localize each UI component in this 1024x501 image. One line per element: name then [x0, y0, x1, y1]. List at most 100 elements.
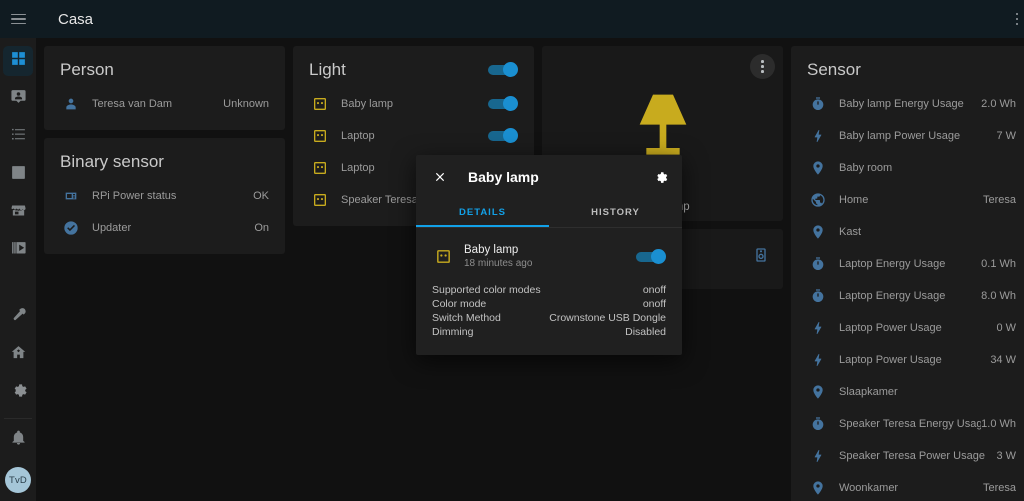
entity-state: 1.0 Wh: [981, 418, 1016, 430]
entity-state: 0.1 Wh: [981, 258, 1016, 270]
sensor-row-slaapkamer[interactable]: Slaapkamer: [791, 376, 1024, 408]
notifications-button[interactable]: [3, 425, 33, 455]
entity-toggle[interactable]: [488, 128, 518, 143]
entity-state: 34 W: [990, 354, 1016, 366]
sensor-row-baby-lamp-energy-usage[interactable]: Baby lamp Energy Usage 2.0 Wh: [791, 88, 1024, 120]
user-avatar[interactable]: TvD: [5, 467, 31, 493]
sidebar-item-logbook[interactable]: [3, 122, 33, 152]
entity-state: On: [254, 222, 269, 234]
entity-toggle[interactable]: [488, 96, 518, 111]
sensor-row-woonkamer[interactable]: Woonkamer Teresa: [791, 472, 1024, 501]
sidebar-nav: [0, 38, 36, 270]
entity-row-laptop-1[interactable]: Laptop: [293, 120, 534, 152]
dialog-entity-toggle[interactable]: [636, 248, 666, 264]
entity-name: Speaker Teresa Energy Usage: [839, 418, 982, 430]
sensor-row-laptop-energy-usage-2[interactable]: Laptop Energy Usage 8.0 Wh: [791, 280, 1024, 312]
sidebar-item-map[interactable]: [3, 84, 33, 114]
toggle-knob: [503, 96, 518, 111]
sensor-row-baby-lamp-power-usage[interactable]: Baby lamp Power Usage 7 W: [791, 120, 1024, 152]
gear-icon[interactable]: [653, 170, 668, 185]
attribute-value: Disabled: [625, 326, 666, 338]
attribute-row-color-mode: Color mode onoff: [432, 297, 666, 311]
sensor-card: Sensor Baby lamp Energy Usage 2.0 Wh Bab…: [791, 46, 1024, 501]
entity-row-baby-lamp[interactable]: Baby lamp: [293, 88, 534, 120]
sensor-row-laptop-power-usage-2[interactable]: Laptop Power Usage 34 W: [791, 344, 1024, 376]
sidebar-item-hacs[interactable]: [3, 198, 33, 228]
page-title: Casa: [58, 10, 94, 28]
sensor-row-laptop-energy-usage-1[interactable]: Laptop Energy Usage 0.1 Wh: [791, 248, 1024, 280]
entity-name: Speaker Teresa Power Usage: [839, 450, 985, 462]
dashboard-grid-icon: [10, 50, 27, 72]
binary-sensor-card: Binary sensor RPi Power status OK Update…: [44, 138, 285, 254]
tab-details[interactable]: DETAILS: [416, 199, 549, 227]
sidebar-divider: [4, 418, 32, 419]
chart-bar-icon: [10, 164, 27, 186]
light-card-master-toggle[interactable]: [488, 62, 518, 77]
column-1: Person Teresa van Dam Unknown Binary sen…: [44, 46, 285, 254]
account-icon: [60, 96, 82, 112]
attribute-value: onoff: [642, 284, 666, 296]
hammer-icon: [10, 306, 27, 328]
gauge-icon: [807, 288, 829, 304]
dialog-tabs: DETAILS HISTORY: [416, 199, 682, 228]
flash-icon: [807, 320, 829, 336]
entity-name: Baby lamp Energy Usage: [839, 98, 964, 110]
entity-row-updater[interactable]: Updater On: [44, 212, 285, 244]
attribute-value: onoff: [642, 298, 666, 310]
entity-state: OK: [253, 190, 269, 202]
sensor-row-speaker-teresa-energy-usage[interactable]: Speaker Teresa Energy Usage 1.0 Wh: [791, 408, 1024, 440]
entity-state: Unknown: [223, 98, 269, 110]
header-overflow-menu-button[interactable]: [1006, 8, 1024, 30]
dialog-title: Baby lamp: [468, 169, 539, 185]
close-icon[interactable]: [430, 167, 450, 187]
sensor-row-baby-room[interactable]: Baby room: [791, 152, 1024, 184]
sidebar-item-configuration[interactable]: [3, 378, 33, 408]
entity-name: Teresa van Dam: [92, 98, 173, 110]
entity-name: Baby lamp: [341, 98, 393, 110]
power-socket-icon: [309, 96, 331, 112]
attribute-row-supported-color-modes: Supported color modes onoff: [432, 283, 666, 297]
top-app-bar: Casa: [36, 0, 1024, 38]
light-card-title: Light: [309, 60, 346, 79]
sensor-row-home[interactable]: Home Teresa: [791, 184, 1024, 216]
card-bottom-pad: [44, 120, 285, 130]
light-card-header: Light: [293, 46, 534, 88]
gauge-icon: [807, 96, 829, 112]
sensor-row-kast[interactable]: Kast: [791, 216, 1024, 248]
sidebar-bottom-nav: [0, 294, 36, 412]
sidebar-footer: TvD: [0, 421, 36, 501]
entity-row-teresa-van-dam[interactable]: Teresa van Dam Unknown: [44, 88, 285, 120]
power-socket-icon: [309, 128, 331, 144]
dialog-entity-last-changed: 18 minutes ago: [464, 258, 533, 269]
sidebar-item-supervisor[interactable]: [3, 340, 33, 370]
sidebar-item-developer-tools[interactable]: [3, 302, 33, 332]
sidebar-item-media[interactable]: [3, 236, 33, 266]
sensor-row-laptop-power-usage-1[interactable]: Laptop Power Usage 0 W: [791, 312, 1024, 344]
entity-name: Slaapkamer: [839, 386, 898, 398]
entity-name: Home: [839, 194, 869, 206]
entity-name: Baby lamp Power Usage: [839, 130, 961, 142]
entity-row-rpi-power-status[interactable]: RPi Power status OK: [44, 180, 285, 212]
gear-icon: [10, 382, 27, 404]
person-card-title: Person: [60, 60, 114, 79]
dialog-entity-text: Baby lamp 18 minutes ago: [454, 244, 636, 269]
raspberry-pi-icon: [60, 188, 82, 204]
gauge-icon: [807, 256, 829, 272]
map-marker-icon: [807, 384, 829, 400]
entity-name: Laptop Energy Usage: [839, 290, 946, 302]
power-socket-icon: [309, 160, 331, 176]
entity-name: Updater: [92, 222, 132, 234]
entity-state: 2.0 Wh: [981, 98, 1016, 110]
attribute-key: Color mode: [432, 298, 487, 310]
map-marker-icon: [807, 224, 829, 240]
tab-history[interactable]: HISTORY: [549, 199, 682, 227]
sidebar-item-history[interactable]: [3, 160, 33, 190]
entity-state: Teresa: [982, 482, 1016, 494]
sensor-row-speaker-teresa-power-usage[interactable]: Speaker Teresa Power Usage 3 W: [791, 440, 1024, 472]
toggle-knob: [503, 62, 518, 77]
column-4: Sensor Baby lamp Energy Usage 2.0 Wh Bab…: [791, 46, 1024, 501]
sidebar-item-overview[interactable]: [3, 46, 33, 76]
sidebar-menu-button[interactable]: [0, 0, 36, 38]
attribute-key: Dimming: [432, 326, 474, 338]
entity-name: RPi Power status: [92, 190, 177, 202]
